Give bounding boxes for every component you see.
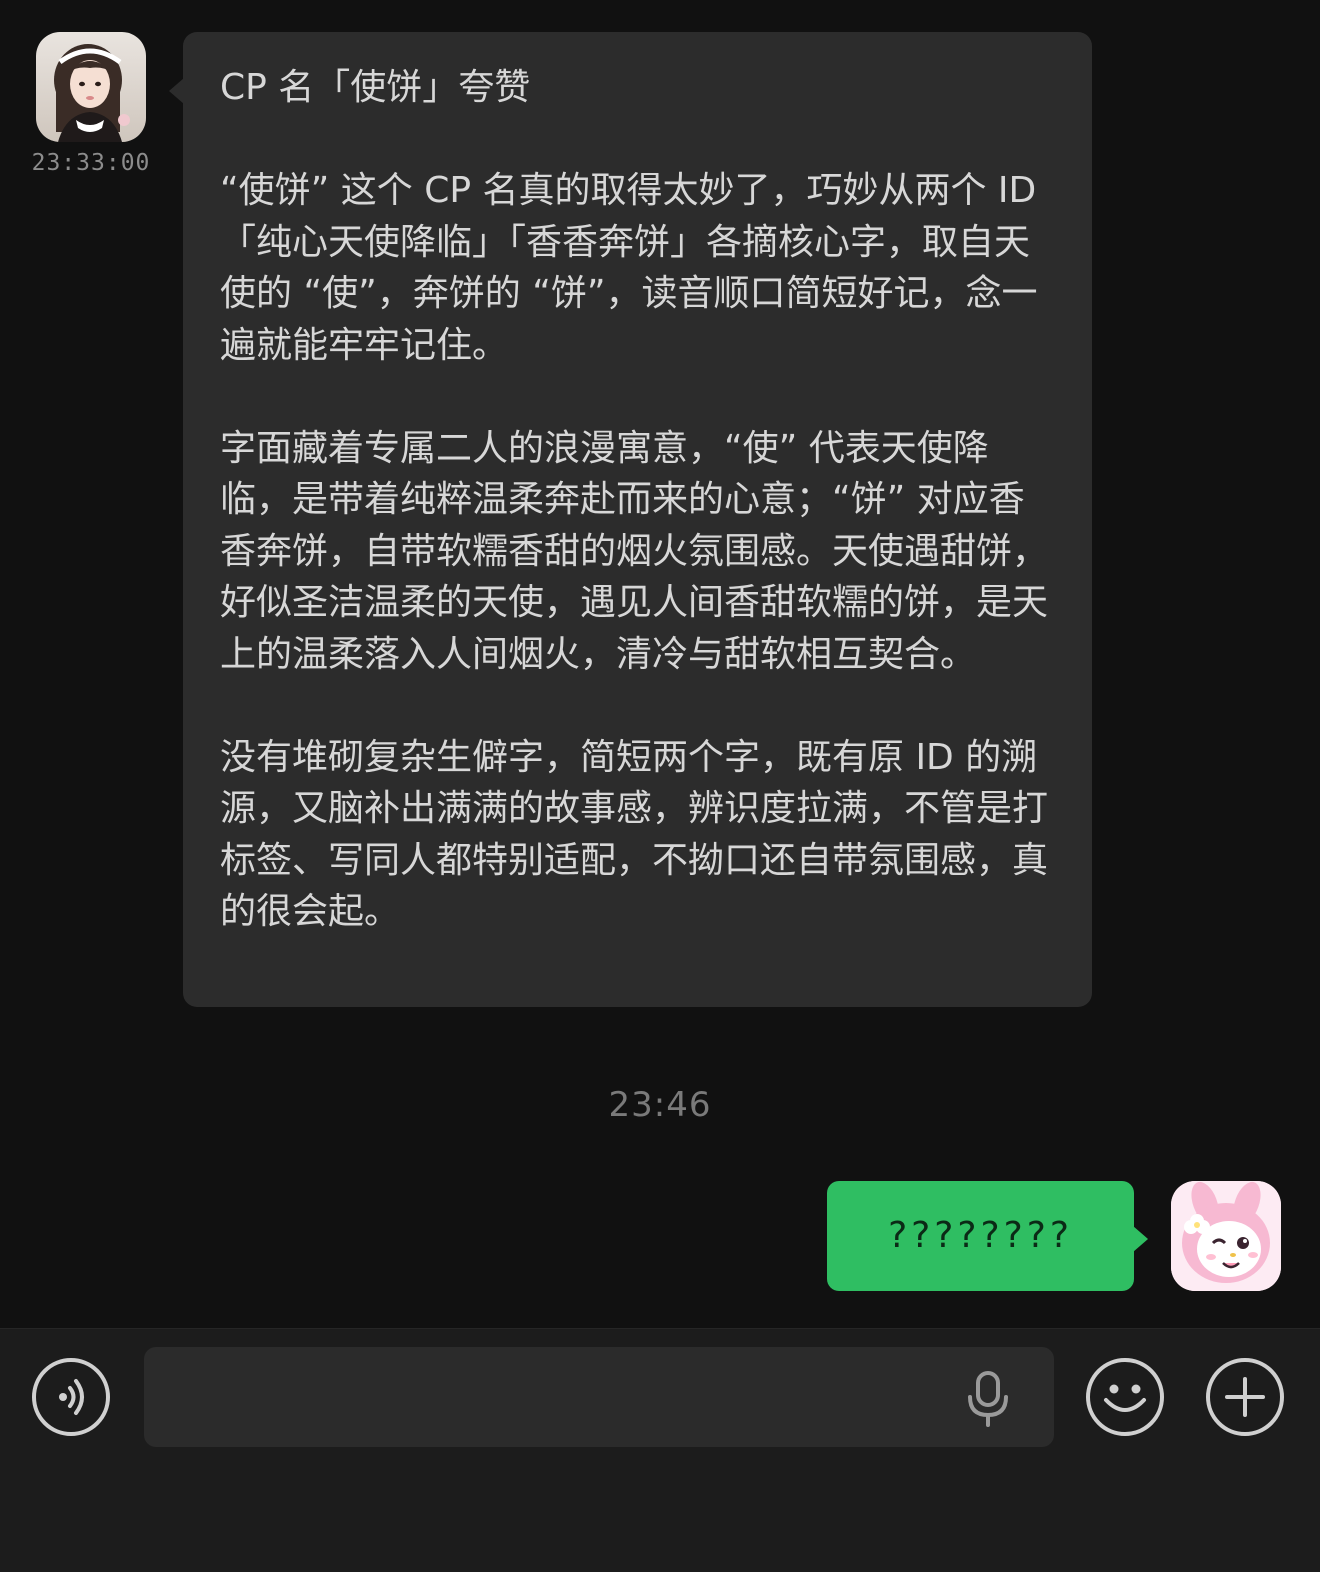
incoming-message-bubble[interactable]: CP 名「使饼」夸赞 “使饼” 这个 CP 名真的取得太妙了，巧妙从两个 ID「… (183, 32, 1092, 1007)
message-paragraph-2: 字面藏着专属二人的浪漫寓意，“使” 代表天使降临，是带着纯粹温柔奔赴而来的心意；… (220, 427, 1049, 675)
voice-toggle-button[interactable] (32, 1358, 110, 1436)
message-title: CP 名「使饼」夸赞 (220, 67, 531, 108)
mic-icon[interactable] (962, 1371, 1014, 1427)
message-paragraph-1: “使饼” 这个 CP 名真的取得太妙了，巧妙从两个 ID「纯心天使降临」「香香奔… (220, 170, 1038, 366)
contact-avatar-image (36, 32, 146, 142)
emoji-button[interactable] (1086, 1358, 1164, 1436)
plus-icon (1225, 1377, 1265, 1417)
message-list[interactable]: 23:33:00 CP 名「使饼」夸赞 “使饼” 这个 CP 名真的取得太妙了，… (0, 0, 1320, 1330)
chat-screen: 23:33:00 CP 名「使饼」夸赞 “使饼” 这个 CP 名真的取得太妙了，… (0, 0, 1320, 1572)
time-divider: 23:46 (608, 1085, 712, 1125)
input-bar (0, 1328, 1320, 1572)
incoming-bubble-tail (169, 78, 184, 104)
message-timestamp: 23:33:00 (31, 150, 151, 176)
user-avatar[interactable] (1171, 1181, 1281, 1291)
contact-avatar[interactable] (36, 32, 146, 142)
outgoing-bubble-tail (1133, 1226, 1148, 1252)
outgoing-message-bubble[interactable]: ???????? (827, 1181, 1134, 1291)
emoji-icon (1104, 1384, 1146, 1412)
voice-icon (59, 1379, 84, 1415)
user-avatar-image (1171, 1181, 1281, 1291)
message-paragraph-3: 没有堆砌复杂生僻字，简短两个字，既有原 ID 的溯源，又脑补出满满的故事感，辨识… (220, 736, 1049, 933)
message-input[interactable] (144, 1347, 1054, 1447)
more-actions-button[interactable] (1206, 1358, 1284, 1436)
